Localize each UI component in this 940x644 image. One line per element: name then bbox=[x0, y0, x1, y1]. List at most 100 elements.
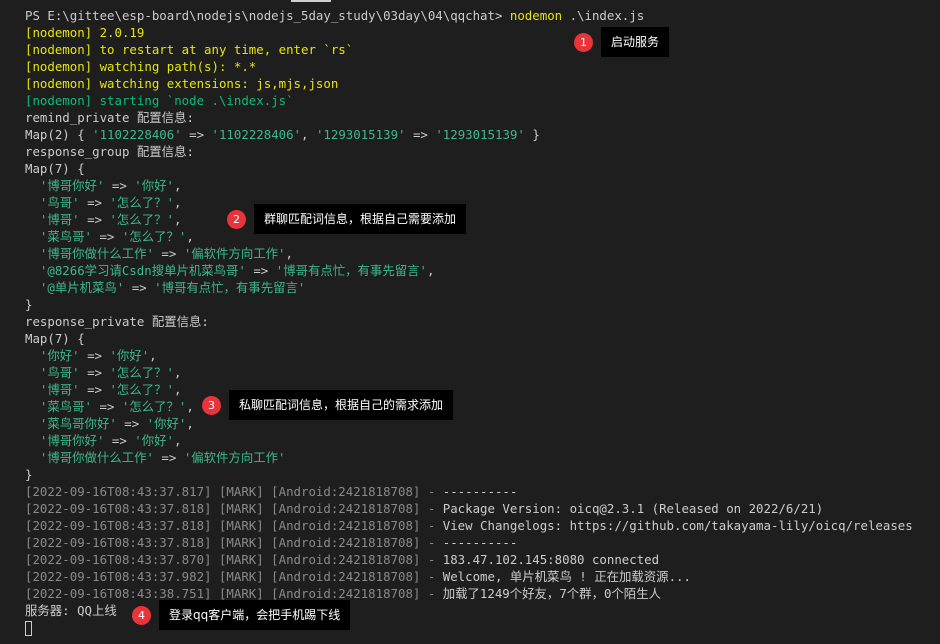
terminal-text: Map(2) { bbox=[25, 127, 93, 142]
terminal-text: => bbox=[124, 280, 155, 295]
terminal-text: '你好' bbox=[146, 416, 187, 431]
terminal-text: PS E:\gittee\esp-board\nodejs\nodejs_5da… bbox=[25, 8, 510, 23]
terminal-line: '@单片机菜鸟' => '博哥有点忙，有事先留言' bbox=[25, 279, 940, 296]
terminal-line: '菜鸟哥' => '怎么了？', bbox=[25, 228, 940, 245]
terminal-text: '1102228406' bbox=[92, 127, 182, 142]
terminal-cursor bbox=[25, 621, 32, 636]
terminal-text: .\index.js bbox=[562, 8, 645, 23]
terminal-text: remind_private 配置信息: bbox=[25, 110, 194, 125]
terminal-line: [nodemon] starting `node .\index.js` bbox=[25, 92, 940, 109]
terminal-text: [nodemon] to restart at any time, enter … bbox=[25, 42, 354, 57]
terminal-text: [2022-09-16T08:43:37.982] [MARK] [Androi… bbox=[25, 569, 443, 584]
terminal-text: '菜鸟哥你好' bbox=[39, 416, 117, 431]
terminal-text: response_private 配置信息: bbox=[25, 314, 209, 329]
terminal-text: 服务器: QQ上线 bbox=[25, 603, 117, 618]
terminal-line: remind_private 配置信息: bbox=[25, 109, 940, 126]
terminal-line: [2022-09-16T08:43:37.817] [MARK] [Androi… bbox=[25, 483, 940, 500]
terminal-text: , bbox=[173, 365, 182, 380]
terminal-line: '@8266学习请Csdn搜单片机菜鸟哥' => '博哥有点忙，有事先留言', bbox=[25, 262, 940, 279]
terminal-text: 加载了1249个好友，7个群，0个陌生人 bbox=[442, 586, 661, 601]
terminal-line: [2022-09-16T08:43:37.818] [MARK] [Androi… bbox=[25, 500, 940, 517]
terminal-text: } bbox=[25, 297, 33, 312]
callout-qq-login: 4 登录qq客户端，会把手机踢下线 bbox=[132, 600, 351, 630]
callout-start-service: 1 启动服务 bbox=[574, 27, 670, 57]
terminal-line: '你好' => '你好', bbox=[25, 347, 940, 364]
terminal-text: '你好' bbox=[134, 178, 174, 193]
terminal-text: => bbox=[92, 399, 122, 414]
terminal-text: ---------- bbox=[442, 535, 518, 550]
terminal-line: } bbox=[25, 296, 940, 313]
terminal-text: [nodemon] watching extensions: js,mjs,js… bbox=[25, 76, 339, 91]
terminal-text: '菜鸟哥' bbox=[39, 399, 93, 414]
terminal-text: '博哥' bbox=[39, 212, 80, 227]
terminal-text: , bbox=[301, 127, 316, 142]
terminal-text: '博哥你做什么工作' bbox=[39, 450, 154, 465]
terminal-text: => bbox=[181, 127, 212, 142]
terminal-text: '怎么了？' bbox=[121, 399, 187, 414]
terminal-text: => bbox=[116, 416, 147, 431]
callout-group-keywords: 2 群聊匹配词信息，根据自己需要添加 bbox=[227, 204, 467, 234]
terminal-text: => bbox=[245, 263, 276, 278]
terminal-text: '怎么了？' bbox=[109, 365, 174, 380]
terminal-text: View Changelogs: https://github.com/taka… bbox=[442, 518, 913, 533]
step-badge-1: 1 bbox=[574, 32, 593, 52]
step-badge-4: 4 bbox=[132, 605, 151, 625]
terminal-line: '菜鸟哥' => '怎么了？', bbox=[25, 398, 940, 415]
terminal-text: nodemon bbox=[509, 8, 563, 23]
terminal-line: [2022-09-16T08:43:37.818] [MARK] [Androi… bbox=[25, 534, 940, 551]
terminal-text: '博哥你好' bbox=[39, 178, 105, 193]
terminal-text: Map(7) { bbox=[25, 161, 85, 176]
terminal-text: '你好' bbox=[109, 348, 150, 363]
terminal-text: '鸟哥' bbox=[39, 365, 80, 380]
terminal-text: , bbox=[149, 348, 157, 363]
terminal-line: Map(7) { bbox=[25, 160, 940, 177]
terminal-text: ---------- bbox=[442, 484, 518, 499]
terminal-line: [nodemon] watching extensions: js,mjs,js… bbox=[25, 75, 940, 92]
terminal-text: } bbox=[25, 467, 33, 482]
terminal-text: , bbox=[426, 263, 435, 278]
terminal-text: => bbox=[104, 178, 135, 193]
terminal-line: [2022-09-16T08:43:37.982] [MARK] [Androi… bbox=[25, 568, 940, 585]
terminal-text: '博哥你好' bbox=[39, 433, 105, 448]
terminal-text: '你好' bbox=[39, 348, 80, 363]
callout-label-qq-login: 登录qq客户端，会把手机踢下线 bbox=[159, 600, 351, 630]
terminal-text: , bbox=[173, 433, 182, 448]
terminal-text: '菜鸟哥' bbox=[39, 229, 93, 244]
terminal-text: => bbox=[153, 450, 184, 465]
terminal-text: [2022-09-16T08:43:37.818] [MARK] [Androi… bbox=[25, 535, 443, 550]
terminal-text: '怎么了？' bbox=[109, 382, 174, 397]
terminal-text: [2022-09-16T08:43:37.818] [MARK] [Androi… bbox=[25, 501, 443, 516]
terminal-line: '博哥' => '怎么了？', bbox=[25, 381, 940, 398]
terminal-text: Welcome, 单片机菜鸟 ! 正在加载资源... bbox=[442, 569, 691, 584]
terminal-text: response_group 配置信息: bbox=[25, 144, 194, 159]
step-badge-2: 2 bbox=[227, 209, 246, 229]
terminal-text: '怎么了？' bbox=[121, 229, 187, 244]
terminal-text: => bbox=[104, 433, 135, 448]
terminal-output[interactable]: PS E:\gittee\esp-board\nodejs\nodejs_5da… bbox=[25, 7, 940, 619]
callout-label-start-service: 启动服务 bbox=[601, 27, 670, 57]
terminal-line: '博哥' => '怎么了？', bbox=[25, 211, 940, 228]
terminal-text: => bbox=[92, 229, 122, 244]
terminal-text: [2022-09-16T08:43:37.817] [MARK] [Androi… bbox=[25, 484, 443, 499]
terminal-line: Map(7) { bbox=[25, 330, 940, 347]
terminal-text: '偏软件方向工作' bbox=[183, 246, 286, 261]
terminal-line: [nodemon] 2.0.19 bbox=[25, 24, 940, 41]
terminal-text: [2022-09-16T08:43:37.818] [MARK] [Androi… bbox=[25, 518, 443, 533]
terminal-line: '博哥你好' => '你好', bbox=[25, 432, 940, 449]
terminal-text: => bbox=[153, 246, 184, 261]
terminal-text: '博哥你做什么工作' bbox=[39, 246, 154, 261]
callout-private-keywords: 3 私聊匹配词信息，根据自己的需求添加 bbox=[202, 390, 454, 420]
terminal-text: , bbox=[186, 229, 194, 244]
terminal-text: => bbox=[79, 195, 110, 210]
terminal-line: '博哥你做什么工作' => '偏软件方向工作', bbox=[25, 245, 940, 262]
terminal-text: [nodemon] watching path(s): *.* bbox=[25, 59, 257, 74]
terminal-text: , bbox=[173, 195, 182, 210]
